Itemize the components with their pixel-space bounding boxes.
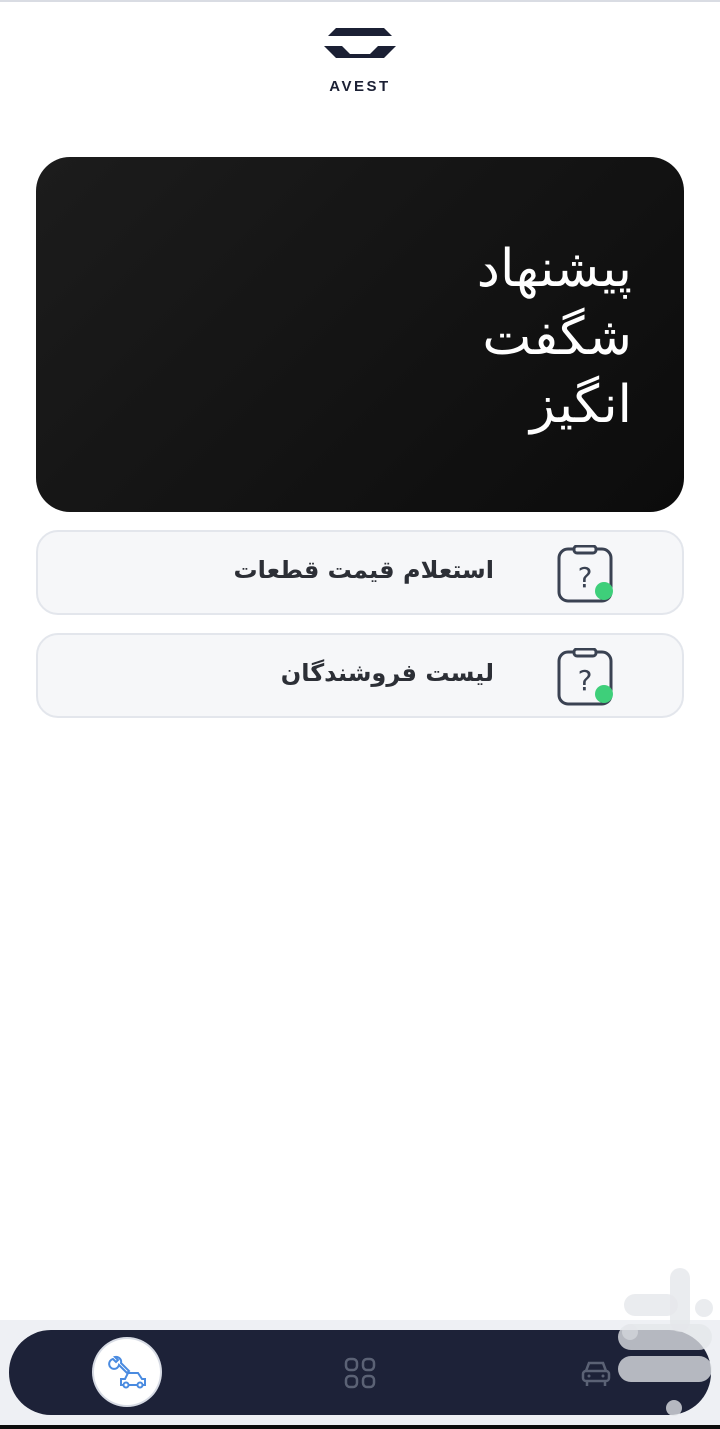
clipboard-question-icon: ? <box>556 544 616 605</box>
promo-line-2: شگفت <box>482 307 632 367</box>
svg-text:?: ? <box>578 561 593 594</box>
menu-item-seller-list[interactable]: ? لیست فروشندگان <box>36 633 684 718</box>
menu-item-label: استعلام قیمت قطعات <box>233 556 494 584</box>
promo-banner[interactable]: پیشنهاد شگفت انگیز <box>36 157 684 512</box>
bottom-nav <box>9 1330 711 1415</box>
svg-text:?: ? <box>578 664 593 697</box>
status-divider <box>0 0 720 2</box>
menu-item-price-inquiry[interactable]: ? استعلام قیمت قطعات <box>36 530 684 615</box>
grid-icon <box>344 1357 376 1389</box>
nav-tab-grid[interactable] <box>339 1352 381 1394</box>
gesture-bar <box>0 1425 720 1429</box>
menu-item-label: لیست فروشندگان <box>280 659 494 687</box>
brand-name: AVEST <box>329 78 391 95</box>
store-watermark-icon <box>612 1268 716 1416</box>
nav-tab-car-repair[interactable] <box>94 1339 160 1405</box>
car-repair-icon <box>108 1355 146 1389</box>
clipboard-question-icon: ? <box>556 647 616 708</box>
car-icon <box>581 1361 611 1386</box>
promo-line-3: انگیز <box>529 375 632 435</box>
app-logo: AVEST <box>0 22 720 95</box>
promo-line-1: پیشنهاد <box>476 239 632 299</box>
promo-title: پیشنهاد شگفت انگیز <box>292 235 632 439</box>
avest-logo-icon <box>324 28 396 58</box>
nav-tab-car[interactable] <box>575 1352 617 1394</box>
